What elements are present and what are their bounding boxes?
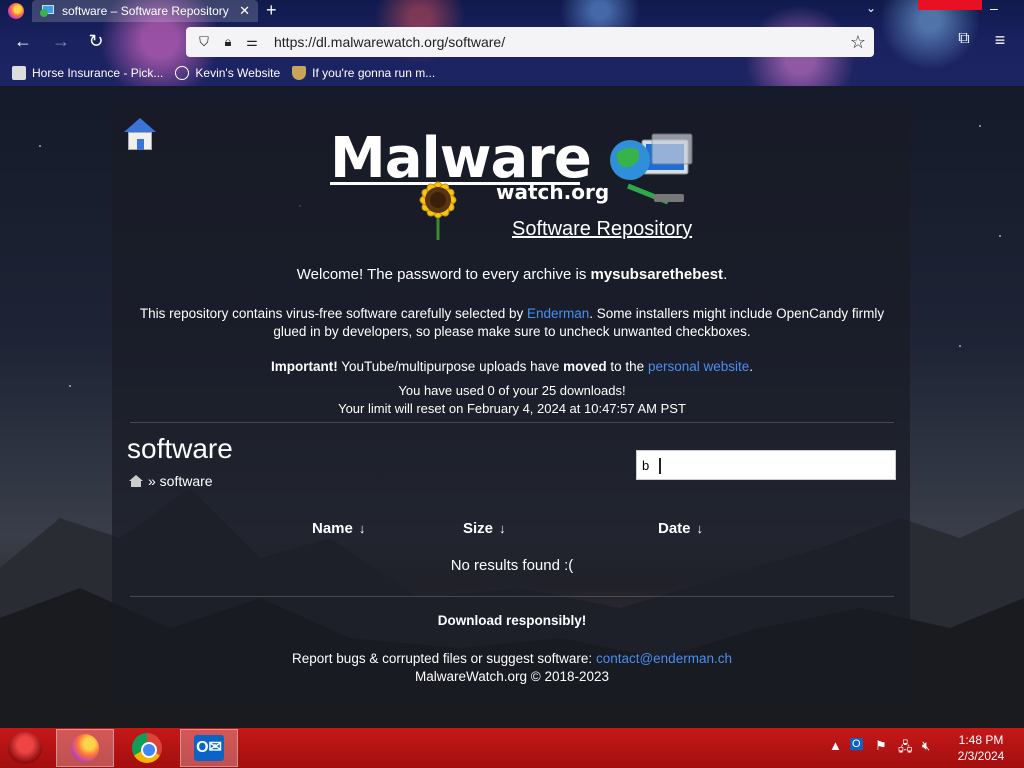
reload-icon[interactable]: ↻ — [85, 30, 107, 52]
padlock-icon[interactable]: 🔒︎ — [220, 34, 236, 50]
copyright: MalwareWatch.org © 2018-2023 — [414, 668, 610, 684]
home-icon[interactable] — [122, 118, 158, 152]
bookmark-gonna-run[interactable]: If you're gonna run m... — [292, 66, 435, 80]
breadcrumb-home-icon[interactable] — [129, 475, 143, 487]
taskbar-chrome[interactable] — [118, 729, 176, 767]
globe-icon — [175, 66, 190, 80]
list-tabs-chevron-icon[interactable]: ⌄ — [866, 1, 876, 15]
personal-website-link[interactable]: personal website — [648, 359, 749, 374]
text-cursor-icon — [659, 458, 661, 474]
breadcrumb: » software — [129, 473, 213, 489]
site-logo[interactable]: Malware watch.org Software Repository — [330, 126, 700, 244]
show-hidden-icons-icon[interactable]: ▲ — [829, 738, 842, 753]
shield-favicon-icon — [292, 66, 307, 80]
firefox-icon — [71, 734, 99, 762]
search-input[interactable] — [636, 450, 896, 480]
enderman-link[interactable]: Enderman — [527, 306, 589, 321]
close-tab-icon[interactable]: ✕ — [239, 3, 250, 19]
sort-arrow-icon: ↓ — [696, 521, 704, 536]
taskbar-firefox[interactable] — [56, 729, 114, 767]
networked-computers-icon — [610, 133, 693, 205]
bookmarks-toolbar: Horse Insurance - Pick... Kevin's Websit… — [0, 62, 1024, 84]
archive-password: mysubsarethebest — [590, 266, 724, 283]
nav-bar: ← → ↻ ⛉ 🔒︎ ⚌ https://dl.malwarewatch.org… — [0, 24, 1024, 60]
taskbar: O✉ ▲ O ⚑ 🖧︎ 🔇︎ 1:48 PM 2/3/2024 — [0, 728, 1024, 768]
download-quota: You have used 0 of your 25 downloads! Yo… — [130, 382, 894, 417]
footer-tagline: Download responsibly! — [437, 613, 587, 628]
forward-arrow-icon[interactable]: → — [50, 30, 72, 52]
new-tab-button[interactable]: + — [266, 0, 277, 20]
repository-description: This repository contains virus-free soft… — [139, 306, 885, 339]
window-minimize-icon[interactable]: – — [990, 0, 998, 16]
flag-icon[interactable]: ⚑ — [875, 738, 887, 754]
taskbar-outlook[interactable]: O✉ — [180, 729, 238, 767]
sort-by-date[interactable]: Date ↓ — [658, 520, 703, 537]
divider — [130, 422, 894, 423]
firefox-menu-icon[interactable] — [8, 3, 24, 19]
bookmark-kevins-website[interactable]: Kevin's Website — [175, 66, 280, 80]
browser-chrome: software – Software Repository ✕ + ⌄ – ←… — [0, 0, 1024, 86]
tab-bar: software – Software Repository ✕ + ⌄ – — [0, 0, 1024, 22]
tracking-shield-icon[interactable]: ⛉ — [196, 34, 212, 50]
network-icon[interactable]: 🖧︎ — [898, 738, 913, 760]
start-button[interactable] — [8, 732, 42, 764]
divider — [130, 596, 894, 597]
breadcrumb-current[interactable]: » software — [148, 473, 213, 489]
muted-speaker-icon[interactable]: 🔇︎ — [922, 738, 930, 754]
address-bar[interactable]: ⛉ 🔒︎ ⚌ https://dl.malwarewatch.org/softw… — [186, 27, 874, 57]
downloads-used-text: You have used 0 of your 25 downloads! — [398, 383, 626, 398]
tab-title: software – Software Repository — [62, 4, 229, 18]
system-clock[interactable]: 1:48 PM 2/3/2024 — [946, 732, 1016, 764]
logo-tagline[interactable]: Software Repository — [512, 218, 692, 241]
sort-by-name[interactable]: Name ↓ — [312, 520, 365, 537]
sort-arrow-icon: ↓ — [499, 521, 506, 536]
chrome-icon — [132, 733, 162, 763]
sort-by-size[interactable]: Size ↓ — [463, 520, 506, 537]
tab-software[interactable]: software – Software Repository ✕ — [32, 0, 258, 22]
footer: Report bugs & corrupted files or suggest… — [130, 650, 894, 685]
permissions-icon[interactable]: ⚌ — [244, 34, 260, 50]
limit-reset-text: Your limit will reset on February 4, 202… — [338, 400, 686, 416]
hamburger-menu-icon[interactable]: ≡ — [990, 30, 1010, 52]
contact-email-link[interactable]: contact@enderman.ch — [596, 651, 732, 666]
bookmark-favicon-icon — [12, 66, 26, 80]
no-results-message: No results found :( — [450, 557, 574, 574]
logo-sub-text: watch.org — [496, 180, 610, 204]
sort-arrow-icon: ↓ — [358, 521, 366, 536]
welcome-message: Welcome! The password to every archive i… — [296, 266, 728, 283]
bookmark-horse-insurance[interactable]: Horse Insurance - Pick... — [12, 66, 163, 80]
window-close-button[interactable] — [918, 0, 982, 10]
bookmark-star-icon[interactable]: ☆ — [850, 32, 866, 52]
back-arrow-icon[interactable]: ← — [12, 30, 34, 52]
outlook-icon: O✉ — [194, 735, 224, 761]
page-title: software — [127, 433, 233, 464]
url-text[interactable]: https://dl.malwarewatch.org/software/ — [274, 34, 505, 50]
extensions-puzzle-icon[interactable]: ⧉ — [954, 30, 974, 52]
sunflower-icon — [419, 181, 457, 240]
malwarewatch-favicon-icon — [40, 4, 54, 18]
important-notice: Important! YouTube/multipurpose uploads … — [270, 359, 754, 374]
outlook-tray-icon[interactable]: O — [850, 738, 863, 750]
